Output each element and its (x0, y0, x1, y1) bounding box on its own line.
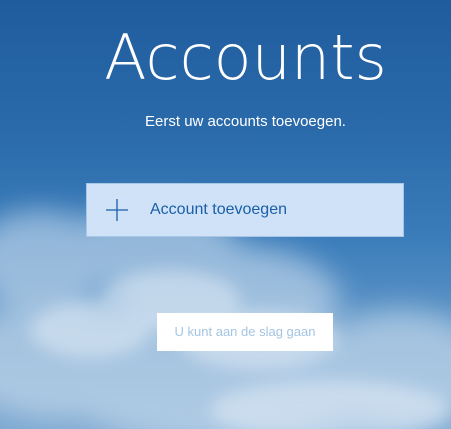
page-title: Accounts (104, 21, 387, 94)
add-account-label: Account toevoegen (150, 201, 287, 218)
add-account-button[interactable]: Account toevoegen (86, 183, 404, 237)
page-subtitle: Eerst uw accounts toevoegen. (145, 113, 346, 130)
accounts-setup-screen: Accounts Eerst uw accounts toevoegen. Ac… (0, 0, 451, 429)
plus-icon (105, 198, 129, 222)
get-started-button[interactable]: U kunt aan de slag gaan (157, 313, 333, 351)
